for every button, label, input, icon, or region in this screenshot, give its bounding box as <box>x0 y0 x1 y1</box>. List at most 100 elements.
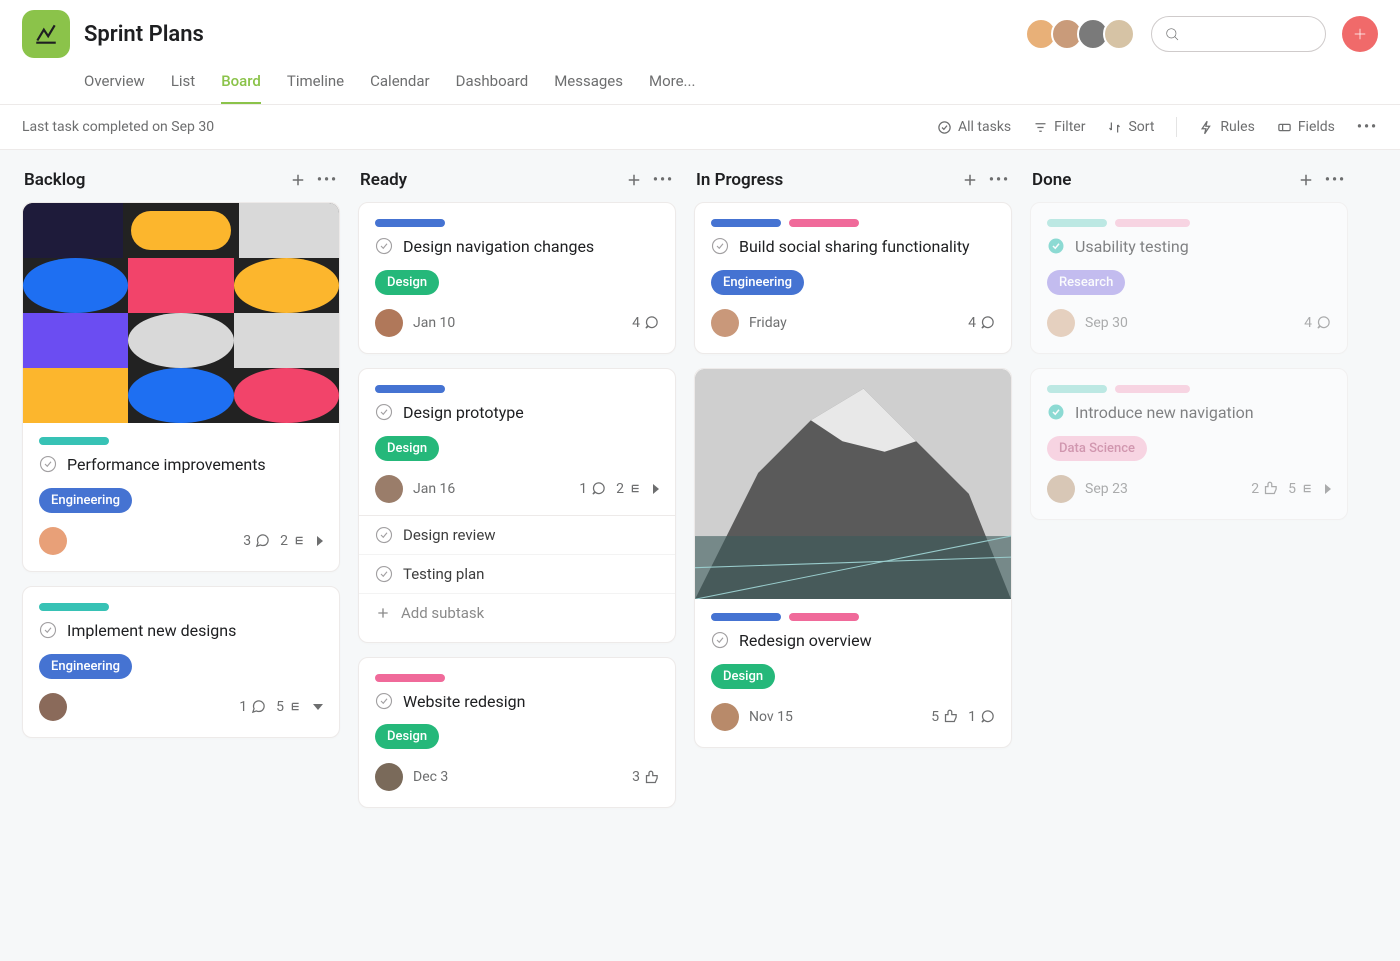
assignee-avatar[interactable] <box>39 693 67 721</box>
add-task-button[interactable] <box>1297 171 1315 189</box>
project-icon[interactable] <box>22 10 70 58</box>
complete-checkbox[interactable] <box>375 526 393 544</box>
global-add-button[interactable] <box>1342 16 1378 52</box>
comment-count[interactable]: 3 <box>243 533 270 549</box>
tab-list[interactable]: List <box>171 64 195 104</box>
column-menu-icon[interactable]: ••• <box>1325 172 1346 188</box>
add-task-button[interactable] <box>625 171 643 189</box>
task-card[interactable]: Design prototype Design Jan 16 1 2 Desig… <box>358 368 676 643</box>
assignee-avatar[interactable] <box>1047 309 1075 337</box>
collapse-icon[interactable] <box>313 704 323 710</box>
tag-design[interactable]: Design <box>375 724 439 749</box>
tag-engineering[interactable]: Engineering <box>39 488 132 513</box>
due-date[interactable]: Dec 3 <box>413 769 448 785</box>
subtask-count[interactable]: 2 <box>280 533 307 549</box>
comment-count[interactable]: 1 <box>239 699 266 715</box>
complete-checkbox[interactable] <box>375 565 393 583</box>
assignee-avatar[interactable] <box>375 475 403 503</box>
expand-icon[interactable] <box>317 536 323 546</box>
tag-engineering[interactable]: Engineering <box>39 654 132 679</box>
task-card[interactable]: Design navigation changes Design Jan 10 … <box>358 202 676 354</box>
subtask-count[interactable]: 5 <box>276 699 303 715</box>
column-title[interactable]: Backlog <box>24 170 85 190</box>
comment-count[interactable]: 4 <box>968 315 995 331</box>
tag-research[interactable]: Research <box>1047 270 1125 295</box>
search-input[interactable] <box>1151 16 1326 52</box>
tag-design[interactable]: Design <box>375 270 439 295</box>
task-card[interactable]: Usability testing Research Sep 30 4 <box>1030 202 1348 354</box>
subtask-count[interactable]: 5 <box>1288 481 1315 497</box>
due-date[interactable]: Sep 23 <box>1085 481 1128 497</box>
tab-calendar[interactable]: Calendar <box>370 64 430 104</box>
column-menu-icon[interactable]: ••• <box>653 172 674 188</box>
column-title[interactable]: Done <box>1032 170 1071 190</box>
add-subtask-button[interactable]: Add subtask <box>359 594 675 632</box>
add-task-button[interactable] <box>289 171 307 189</box>
due-date[interactable]: Nov 15 <box>749 709 793 725</box>
tab-timeline[interactable]: Timeline <box>287 64 344 104</box>
column-menu-icon[interactable]: ••• <box>317 172 338 188</box>
comment-count[interactable]: 1 <box>579 481 606 497</box>
complete-checkbox[interactable] <box>1047 237 1065 255</box>
task-card[interactable]: Build social sharing functionality Engin… <box>694 202 1012 354</box>
subtask-icon <box>1300 481 1315 496</box>
complete-checkbox[interactable] <box>39 455 57 473</box>
rules-button[interactable]: Rules <box>1199 119 1254 135</box>
all-tasks-filter[interactable]: All tasks <box>937 119 1011 135</box>
like-count[interactable]: 3 <box>632 769 659 785</box>
subtask-count[interactable]: 2 <box>616 481 643 497</box>
subtask-item[interactable]: Design review <box>359 516 675 555</box>
sort-button[interactable]: Sort <box>1107 119 1154 135</box>
due-date[interactable]: Friday <box>749 315 787 331</box>
complete-checkbox[interactable] <box>1047 403 1065 421</box>
complete-checkbox[interactable] <box>375 237 393 255</box>
toolbar-more-icon[interactable]: ••• <box>1357 119 1378 135</box>
task-card[interactable]: Performance improvements Engineering 3 2 <box>22 202 340 572</box>
task-card[interactable]: Website redesign Design Dec 3 3 <box>358 657 676 809</box>
due-date[interactable]: Jan 16 <box>413 481 455 497</box>
tab-overview[interactable]: Overview <box>84 64 145 104</box>
comment-count[interactable]: 1 <box>968 709 995 725</box>
comment-icon <box>591 481 606 496</box>
assignee-avatar[interactable] <box>39 527 67 555</box>
subtask-item[interactable]: Testing plan <box>359 555 675 594</box>
add-task-button[interactable] <box>961 171 979 189</box>
filter-button[interactable]: Filter <box>1033 119 1085 135</box>
tab-more[interactable]: More... <box>649 64 695 104</box>
expand-icon[interactable] <box>653 484 659 494</box>
task-card[interactable]: Implement new designs Engineering 1 5 <box>22 586 340 738</box>
project-members[interactable] <box>1031 18 1135 50</box>
complete-checkbox[interactable] <box>711 631 729 649</box>
assignee-avatar[interactable] <box>1047 475 1075 503</box>
assignee-avatar[interactable] <box>375 309 403 337</box>
tab-dashboard[interactable]: Dashboard <box>456 64 529 104</box>
tab-board[interactable]: Board <box>221 64 261 104</box>
assignee-avatar[interactable] <box>711 309 739 337</box>
complete-checkbox[interactable] <box>39 621 57 639</box>
column-title[interactable]: Ready <box>360 170 407 190</box>
search-icon <box>1164 26 1180 42</box>
task-card[interactable]: Redesign overview Design Nov 15 5 1 <box>694 368 1012 748</box>
complete-checkbox[interactable] <box>375 403 393 421</box>
column-menu-icon[interactable]: ••• <box>989 172 1010 188</box>
tag-data-science[interactable]: Data Science <box>1047 436 1147 461</box>
tag-engineering[interactable]: Engineering <box>711 270 804 295</box>
due-date[interactable]: Sep 30 <box>1085 315 1128 331</box>
expand-icon[interactable] <box>1325 484 1331 494</box>
tab-messages[interactable]: Messages <box>554 64 623 104</box>
task-card[interactable]: Introduce new navigation Data Science Se… <box>1030 368 1348 520</box>
complete-checkbox[interactable] <box>711 237 729 255</box>
like-count[interactable]: 5 <box>931 709 958 725</box>
like-count[interactable]: 2 <box>1251 481 1278 497</box>
assignee-avatar[interactable] <box>711 703 739 731</box>
assignee-avatar[interactable] <box>375 763 403 791</box>
fields-button[interactable]: Fields <box>1277 119 1335 135</box>
column-title[interactable]: In Progress <box>696 170 783 190</box>
due-date[interactable]: Jan 10 <box>413 315 455 331</box>
comment-count[interactable]: 4 <box>1304 315 1331 331</box>
tag-design[interactable]: Design <box>711 664 775 689</box>
tag-design[interactable]: Design <box>375 436 439 461</box>
complete-checkbox[interactable] <box>375 692 393 710</box>
comment-count[interactable]: 4 <box>632 315 659 331</box>
project-pill <box>789 613 859 621</box>
